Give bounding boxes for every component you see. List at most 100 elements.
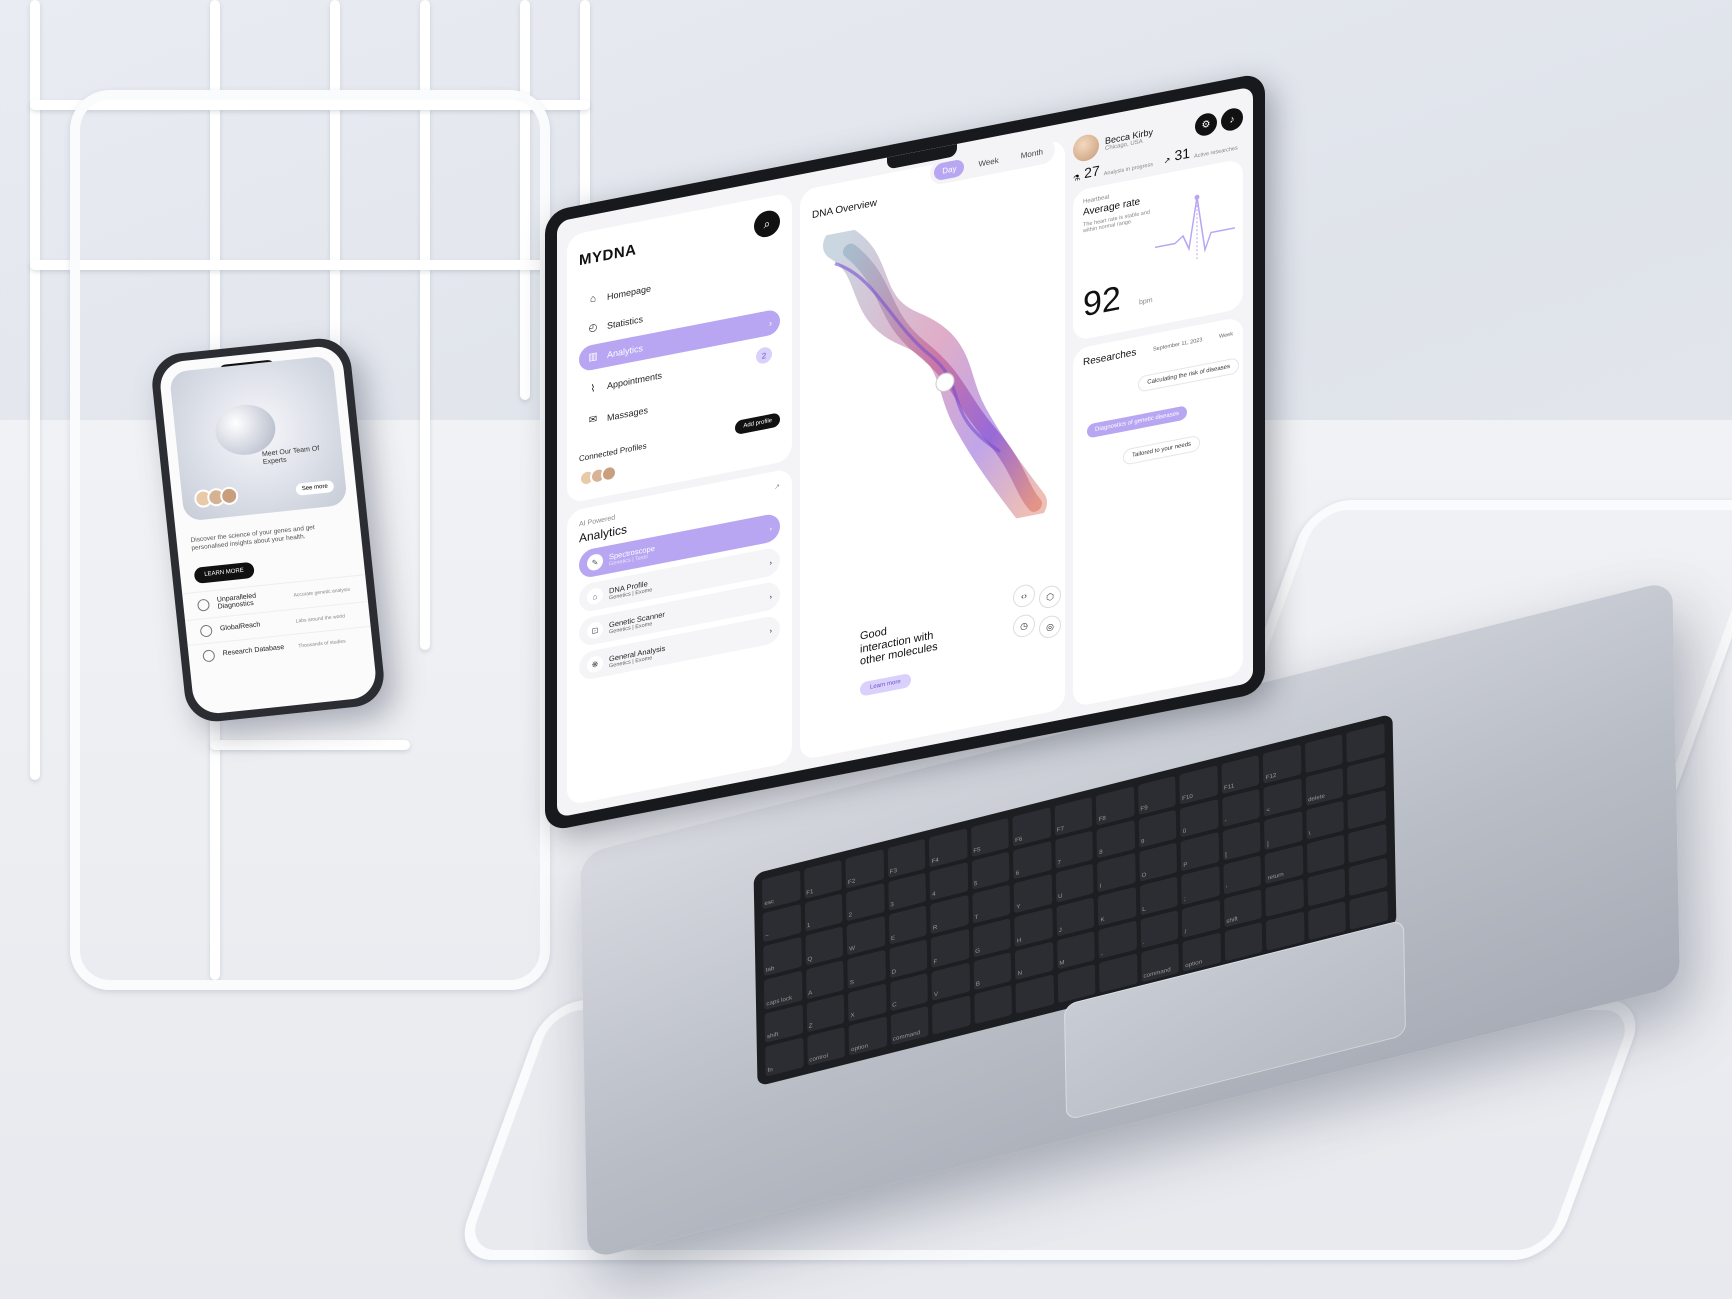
keyboard-key[interactable]: C bbox=[889, 972, 928, 1012]
keyboard-key[interactable]: = bbox=[1263, 777, 1302, 817]
tab-month[interactable]: Month bbox=[1013, 142, 1051, 166]
keyboard-key[interactable]: \ bbox=[1306, 800, 1345, 840]
keyboard-key[interactable] bbox=[1347, 790, 1387, 830]
keyboard-key[interactable]: D bbox=[889, 939, 928, 979]
tab-day[interactable]: Day bbox=[934, 158, 965, 182]
keyboard-key[interactable] bbox=[1349, 857, 1388, 897]
keyboard-key[interactable] bbox=[1304, 733, 1344, 773]
keyboard-key[interactable]: Z bbox=[806, 993, 845, 1033]
keyboard-key[interactable]: F10 bbox=[1179, 765, 1218, 805]
keyboard-key[interactable]: 8 bbox=[1096, 819, 1135, 859]
keyboard-key[interactable]: F12 bbox=[1263, 744, 1302, 784]
keyboard-key[interactable]: 5 bbox=[971, 851, 1010, 891]
avatar[interactable] bbox=[1073, 132, 1099, 164]
add-profile-button[interactable]: Add profile bbox=[735, 412, 780, 436]
research-pill[interactable]: Diagnostics of genetic diseases bbox=[1087, 405, 1188, 439]
keyboard-key[interactable]: 1 bbox=[804, 893, 843, 933]
keyboard-key[interactable]: , bbox=[1098, 920, 1137, 960]
keyboard-key[interactable]: ~ bbox=[762, 903, 801, 943]
keyboard-key[interactable] bbox=[973, 985, 1013, 1025]
keyboard-key[interactable]: N bbox=[1015, 941, 1054, 981]
keyboard-key[interactable]: L bbox=[1139, 876, 1178, 916]
bell-icon[interactable]: ♪ bbox=[1221, 106, 1243, 133]
keyboard-key[interactable]: U bbox=[1055, 863, 1094, 903]
keyboard-key[interactable]: I bbox=[1097, 853, 1136, 893]
keyboard-key[interactable]: F2 bbox=[845, 849, 884, 889]
keyboard-key[interactable]: fn bbox=[765, 1037, 804, 1077]
keyboard-key[interactable]: F1 bbox=[803, 859, 842, 899]
keyboard-key[interactable]: shift bbox=[764, 1004, 803, 1044]
keyboard-key[interactable]: B bbox=[973, 951, 1012, 991]
keyboard-key[interactable]: P bbox=[1180, 832, 1220, 872]
gear-icon[interactable]: ⚙ bbox=[1195, 111, 1217, 138]
keyboard-key[interactable]: F3 bbox=[887, 838, 926, 878]
keyboard-key[interactable]: . bbox=[1140, 909, 1179, 949]
keyboard-key[interactable]: F8 bbox=[1096, 786, 1135, 826]
keyboard-key[interactable]: T bbox=[972, 884, 1011, 924]
keyboard-key[interactable]: - bbox=[1222, 788, 1261, 828]
cube-icon[interactable]: ⬡ bbox=[1039, 583, 1061, 610]
keyboard-key[interactable]: ' bbox=[1223, 855, 1262, 895]
keyboard-key[interactable]: ] bbox=[1264, 811, 1303, 851]
keyboard-key[interactable]: / bbox=[1182, 899, 1221, 939]
keyboard-key[interactable]: J bbox=[1056, 897, 1095, 937]
keyboard-key[interactable]: shift bbox=[1223, 888, 1263, 928]
keyboard-key[interactable]: 9 bbox=[1138, 809, 1177, 849]
keyboard-key[interactable]: tab bbox=[763, 937, 802, 977]
date-picker[interactable]: September 11, 2023 bbox=[1153, 337, 1202, 353]
keyboard-key[interactable]: F6 bbox=[1012, 807, 1051, 847]
keyboard-key[interactable] bbox=[1348, 823, 1387, 863]
keyboard-key[interactable]: delete bbox=[1305, 767, 1344, 807]
keyboard-key[interactable]: V bbox=[931, 962, 970, 1002]
keyboard-key[interactable]: option bbox=[848, 1016, 887, 1056]
keyboard-key[interactable]: Y bbox=[1013, 874, 1053, 914]
arrow-up-right-icon[interactable]: ↗ bbox=[774, 482, 780, 491]
keyboard-key[interactable]: [ bbox=[1222, 821, 1261, 861]
keyboard-key[interactable]: 0 bbox=[1180, 798, 1219, 838]
keyboard-key[interactable]: return bbox=[1265, 844, 1304, 884]
keyboard-key[interactable]: 4 bbox=[929, 861, 968, 901]
keyboard-key[interactable]: X bbox=[847, 983, 887, 1023]
keyboard-key[interactable] bbox=[1307, 867, 1346, 907]
keyboard-key[interactable] bbox=[932, 995, 971, 1035]
keyboard-key[interactable]: control bbox=[806, 1027, 846, 1067]
avatar[interactable] bbox=[601, 464, 617, 484]
keyboard-key[interactable]: F5 bbox=[970, 817, 1009, 857]
keyboard-key[interactable]: F bbox=[930, 928, 970, 968]
keyboard-key[interactable] bbox=[1265, 878, 1304, 918]
keyboard-key[interactable]: W bbox=[846, 916, 885, 956]
research-pill[interactable]: Calculating the risk of diseases bbox=[1138, 357, 1239, 393]
keyboard-key[interactable]: 2 bbox=[846, 882, 885, 922]
keyboard-key[interactable]: 3 bbox=[887, 872, 927, 912]
keyboard-key[interactable]: command bbox=[890, 1006, 929, 1046]
search-icon[interactable]: ⌕ bbox=[754, 208, 780, 240]
keyboard-key[interactable]: R bbox=[930, 895, 969, 935]
filter-select[interactable]: Week bbox=[1219, 331, 1233, 340]
keyboard-key[interactable]: G bbox=[972, 918, 1011, 958]
keyboard-key[interactable]: Q bbox=[804, 926, 844, 966]
keyboard-key[interactable] bbox=[1306, 834, 1346, 874]
keyboard-key[interactable] bbox=[1346, 723, 1385, 763]
keyboard-key[interactable]: E bbox=[888, 905, 927, 945]
keyboard-key[interactable]: H bbox=[1014, 907, 1053, 947]
keyboard-key[interactable] bbox=[1347, 756, 1386, 796]
learn-more-button[interactable]: Learn more bbox=[860, 672, 911, 697]
keyboard-key[interactable]: F9 bbox=[1137, 775, 1177, 815]
keyboard-key[interactable]: S bbox=[847, 949, 886, 989]
keyboard-key[interactable]: caps lock bbox=[763, 970, 803, 1010]
keyboard-key[interactable]: O bbox=[1139, 842, 1178, 882]
keyboard-key[interactable]: F7 bbox=[1054, 796, 1093, 836]
code-icon[interactable]: ‹› bbox=[1013, 582, 1035, 610]
clock-icon[interactable]: ◷ bbox=[1013, 612, 1035, 640]
keyboard-key[interactable]: A bbox=[805, 960, 844, 1000]
keyboard-key[interactable]: 6 bbox=[1013, 840, 1052, 880]
keyboard-key[interactable]: ; bbox=[1181, 865, 1220, 905]
keyboard-key[interactable]: F4 bbox=[929, 828, 968, 868]
research-pill[interactable]: Tailored to your needs bbox=[1123, 434, 1201, 466]
keyboard-key[interactable] bbox=[1015, 974, 1054, 1014]
keyboard-key[interactable]: K bbox=[1097, 886, 1137, 926]
keyboard-key[interactable]: M bbox=[1056, 930, 1096, 970]
target-icon[interactable]: ◎ bbox=[1039, 613, 1061, 640]
keyboard-key[interactable]: 7 bbox=[1054, 830, 1094, 870]
learn-more-button[interactable]: LEARN MORE bbox=[193, 561, 255, 584]
